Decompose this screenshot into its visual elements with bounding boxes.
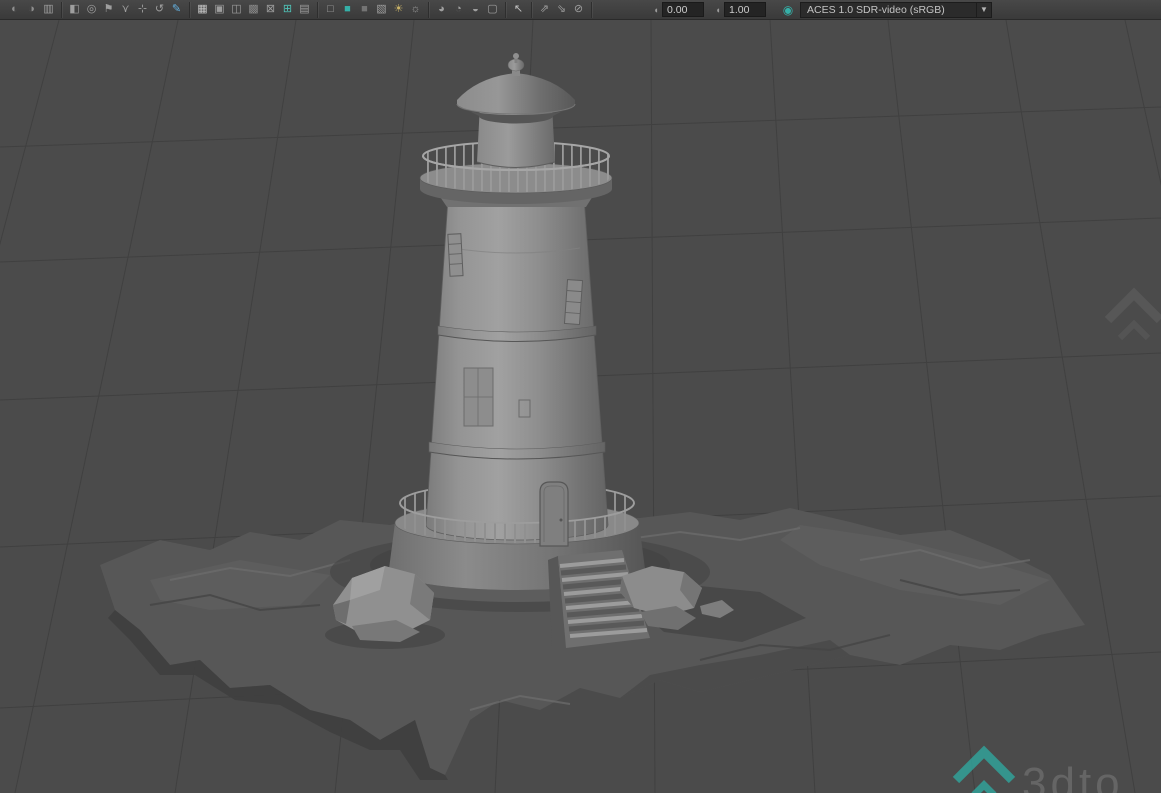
value-field-a[interactable] <box>662 2 704 17</box>
render-settings-icon[interactable]: ▢ <box>484 1 501 19</box>
pivot-icon[interactable]: ⊹ <box>134 1 151 19</box>
export-icon[interactable]: ⇗ <box>536 1 553 19</box>
chevron-down-icon[interactable]: ▼ <box>976 2 991 17</box>
snap-grid-icon[interactable]: ▦ <box>194 1 211 19</box>
scene-group: ◐ ◑ ▥ <box>2 1 62 19</box>
status-line-toolbar: ◐◑▥◧◎⚑⋎⊹↺✎▦▣◫▩⊠⊞▤□■■▧☀☼◕◔◒▢↖⇗⇘⊘ ◖ ◖ ◉ AC… <box>0 0 1161 20</box>
render-sphere-icon[interactable]: ◕ <box>433 1 450 19</box>
toolbar-groups: ◐ ◑ ▥ ◧ ◎ ⚑ ⋎ ⊹ ↺ ✎ ▦ ▣ ◫ ▩ ⊠ ⊞ ▤ □ ■ ■ ▧ ☀ ☼ ◕ ◔ ◒ ▢ ↖ ⇗ ⇘ ⊘ <box>2 1 592 19</box>
render-region-icon[interactable]: ◒ <box>467 1 484 19</box>
toolbar-fields: ◖ ◖ <box>650 2 774 17</box>
tower-window-front <box>463 367 494 427</box>
watermark-text: 3dto <box>1022 759 1124 793</box>
render-group: ◕ ◔ ◒ ▢ <box>429 1 506 19</box>
tool-group: ◧ ◎ ⚑ ⋎ ⊹ ↺ ✎ <box>62 1 190 19</box>
cursor-group: ↖ <box>506 1 532 19</box>
door-knob <box>559 518 563 522</box>
color-management-icon[interactable]: ◉ <box>780 2 796 18</box>
color-management-wrap: ◉ ACES 1.0 SDR-video (sRGB) ▼ <box>780 1 992 18</box>
application-window: ◐◑▥◧◎⚑⋎⊹↺✎▦▣◫▩⊠⊞▤□■■▧☀☼◕◔◒▢↖⇗⇘⊘ ◖ ◖ ◉ AC… <box>0 0 1161 793</box>
cube-stack-icon[interactable]: ▧ <box>373 1 390 19</box>
value-field-a-wrap: ◖ <box>650 2 704 17</box>
cube-shaded-icon[interactable]: ■ <box>356 1 373 19</box>
colorspace-label: ACES 1.0 SDR-video (sRGB) <box>807 3 945 16</box>
viewport-panel[interactable]: 3dto <box>0 20 1161 793</box>
pick-icon[interactable]: ⋎ <box>117 1 134 19</box>
field-b-toggle-icon[interactable]: ◖ <box>712 5 724 15</box>
camera-icon[interactable]: ◧ <box>66 1 83 19</box>
snap-text-icon[interactable]: ▤ <box>296 1 313 19</box>
pencil-icon[interactable]: ✎ <box>168 1 185 19</box>
target-icon[interactable]: ◎ <box>83 1 100 19</box>
clear-icon[interactable]: ⊘ <box>570 1 587 19</box>
viewport-canvas[interactable]: 3dto <box>0 20 1161 793</box>
sun-icon[interactable]: ☼ <box>407 1 424 19</box>
rotate-tool-icon[interactable]: ↺ <box>151 1 168 19</box>
object-group: □ ■ ■ ▧ ☀ ☼ <box>318 1 429 19</box>
value-field-b[interactable] <box>724 2 766 17</box>
flag-icon[interactable]: ⚑ <box>100 1 117 19</box>
tower-window-right <box>563 279 584 326</box>
colorspace-dropdown[interactable]: ACES 1.0 SDR-video (sRGB) ▼ <box>800 1 992 18</box>
field-a-toggle-icon[interactable]: ◖ <box>650 5 662 15</box>
tower-window-left <box>447 233 464 277</box>
cube-outline-icon[interactable]: □ <box>322 1 339 19</box>
ipr-sphere-icon[interactable]: ◔ <box>450 1 467 19</box>
light-icon[interactable]: ☀ <box>390 1 407 19</box>
transfer-group: ⇗ ⇘ ⊘ <box>532 1 592 19</box>
snap-group: ▦ ▣ ◫ ▩ ⊠ ⊞ ▤ <box>190 1 318 19</box>
import-icon[interactable]: ⇘ <box>553 1 570 19</box>
document-icon[interactable]: ▥ <box>40 1 57 19</box>
finial-tip <box>513 53 519 59</box>
value-field-b-wrap: ◖ <box>712 2 766 17</box>
snap-cross-icon[interactable]: ⊠ <box>262 1 279 19</box>
snap-window-icon[interactable]: ▣ <box>211 1 228 19</box>
tower[interactable] <box>425 183 609 541</box>
shaded-sphere-icon[interactable]: ◐ <box>6 1 23 19</box>
snap-teal-icon[interactable]: ⊞ <box>279 1 296 19</box>
material-sphere-icon[interactable]: ◑ <box>23 1 40 19</box>
cube-active-icon[interactable]: ■ <box>339 1 356 19</box>
snap-panel-icon[interactable]: ◫ <box>228 1 245 19</box>
door[interactable] <box>539 481 569 547</box>
snap-dark-icon[interactable]: ▩ <box>245 1 262 19</box>
cursor-icon[interactable]: ↖ <box>510 1 527 19</box>
